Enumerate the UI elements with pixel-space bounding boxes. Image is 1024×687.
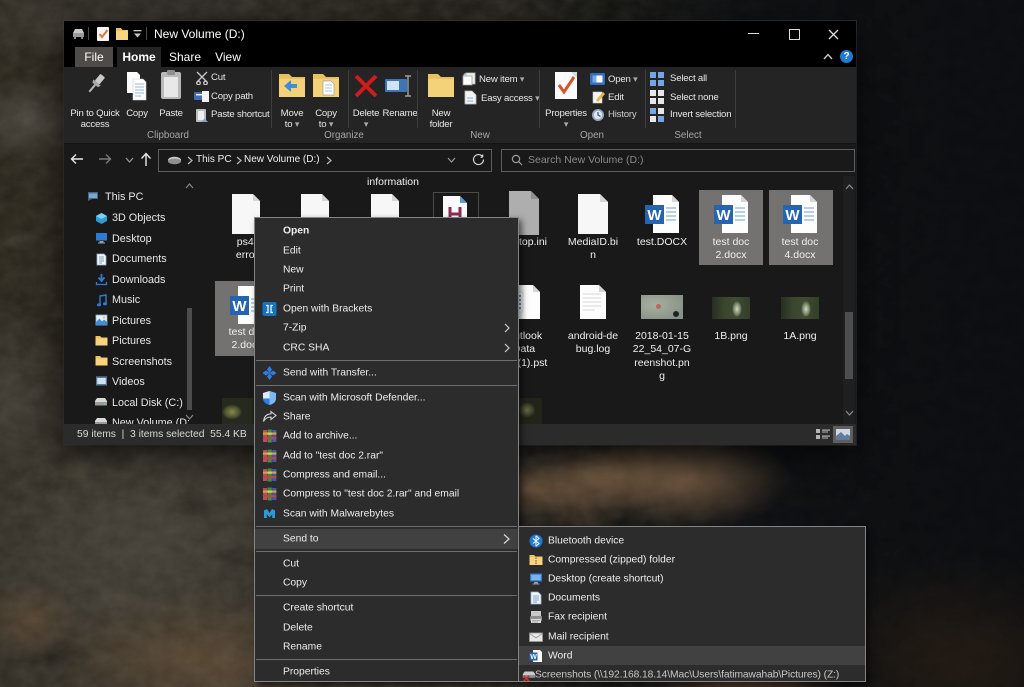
- svg-text:W: W: [232, 298, 247, 315]
- svg-text:W: W: [785, 207, 800, 224]
- svg-text:W: W: [647, 207, 662, 224]
- svg-text:W: W: [716, 207, 731, 224]
- svg-text:W: W: [530, 654, 537, 661]
